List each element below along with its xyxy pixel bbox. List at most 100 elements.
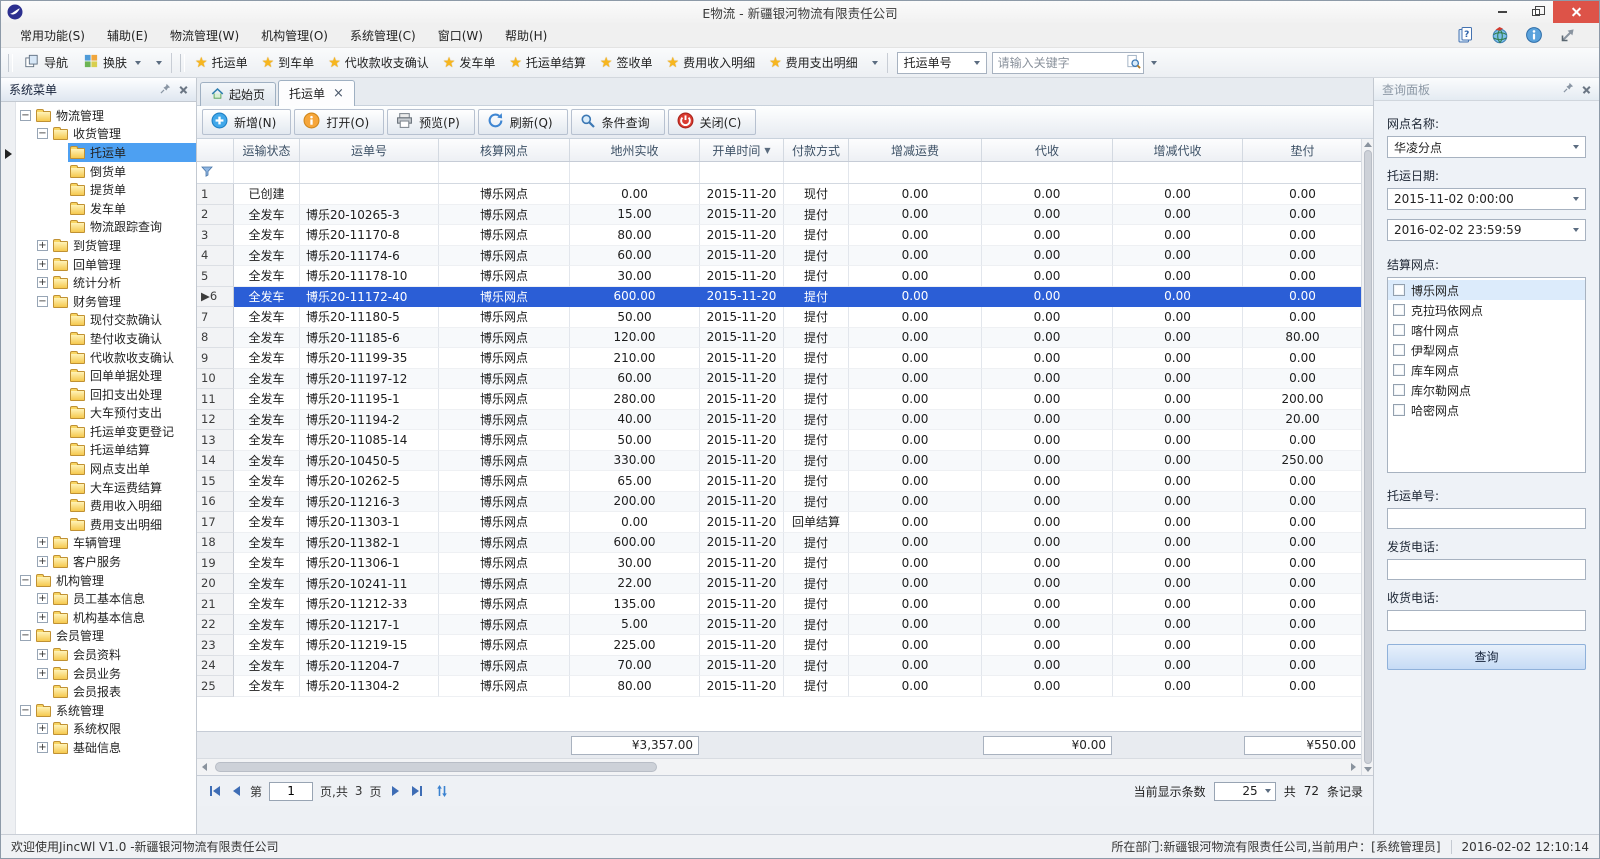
table-row-4[interactable]: 4全发车博乐20-11174-6博乐网点60.002015-11-20提付0.0… — [197, 246, 1361, 267]
search-field-select[interactable]: 托运单号 — [897, 52, 987, 74]
menu-item-4[interactable]: 系统管理(C) — [339, 23, 427, 48]
settle-node-option-4[interactable]: 库车网点 — [1388, 360, 1585, 380]
sidebar-item-2[interactable]: 托运单 — [16, 143, 196, 162]
sidebar-item-30[interactable]: +会员业务 — [16, 664, 196, 683]
settle-node-option-5[interactable]: 库尔勒网点 — [1388, 380, 1585, 400]
tab-0[interactable]: 起始页 — [200, 82, 276, 106]
toolbar-grip[interactable] — [8, 54, 13, 72]
sidebar-item-23[interactable]: +车辆管理 — [16, 534, 196, 553]
table-row-16[interactable]: 16全发车博乐20-11216-3博乐网点200.002015-11-20提付0… — [197, 492, 1361, 513]
column-header-3[interactable]: 地州实收 — [570, 139, 700, 161]
expand-icon[interactable]: + — [37, 277, 48, 288]
sidebar-item-5[interactable]: 发车单 — [16, 199, 196, 218]
search-button[interactable]: 条件查询 — [571, 109, 665, 135]
sidebar-item-19[interactable]: 网点支出单 — [16, 459, 196, 478]
sidebar-item-4[interactable]: 提货单 — [16, 180, 196, 199]
table-row-14[interactable]: 14全发车博乐20-10450-5博乐网点330.002015-11-20提付0… — [197, 451, 1361, 472]
horizontal-scrollbar[interactable] — [197, 758, 1361, 775]
table-row-24[interactable]: 24全发车博乐20-11204-7博乐网点70.002015-11-20提付0.… — [197, 656, 1361, 677]
sidebar-item-32[interactable]: −系统管理 — [16, 701, 196, 720]
scrollbar-thumb[interactable] — [1364, 150, 1372, 764]
close-icon[interactable] — [1582, 85, 1591, 94]
navigation-button[interactable]: 导航 — [16, 50, 76, 75]
table-row-21[interactable]: 21全发车博乐20-11212-33博乐网点135.002015-11-20提付… — [197, 594, 1361, 615]
date-to-select[interactable]: 2016-02-02 23:59:59 — [1387, 219, 1586, 241]
checkbox-icon[interactable] — [1393, 284, 1405, 296]
table-row-20[interactable]: 20全发车博乐20-10241-11博乐网点22.002015-11-20提付0… — [197, 574, 1361, 595]
sidebar-item-8[interactable]: +回单管理 — [16, 255, 196, 274]
last-page-button[interactable] — [409, 783, 425, 799]
search-icon[interactable] — [1126, 54, 1141, 72]
favorite-item-2[interactable]: ★代收款收支确认 — [321, 51, 436, 74]
checkbox-icon[interactable] — [1393, 324, 1405, 336]
column-header-4[interactable]: 开单时间▼ — [700, 139, 784, 161]
menu-item-2[interactable]: 物流管理(W) — [159, 23, 250, 48]
table-row-9[interactable]: 9全发车博乐20-11199-35博乐网点210.002015-11-20提付0… — [197, 348, 1361, 369]
sidebar-item-14[interactable]: 回单单据处理 — [16, 366, 196, 385]
close-tab-icon[interactable]: × — [333, 87, 344, 100]
add-button[interactable]: 新增(N) — [202, 109, 291, 135]
keyword-search-input[interactable] — [993, 56, 1126, 70]
menu-item-3[interactable]: 机构管理(O) — [250, 23, 339, 48]
favorite-item-6[interactable]: ★费用收入明细 — [660, 51, 763, 74]
checkbox-icon[interactable] — [1393, 404, 1405, 416]
expand-icon[interactable]: + — [37, 537, 48, 548]
table-row-3[interactable]: 3全发车博乐20-11170-8博乐网点80.002015-11-20提付0.0… — [197, 225, 1361, 246]
column-header-8[interactable]: 增减代收 — [1113, 139, 1243, 161]
next-page-button[interactable] — [389, 783, 402, 799]
menu-item-0[interactable]: 常用功能(S) — [9, 23, 96, 48]
settle-node-option-6[interactable]: 哈密网点 — [1388, 400, 1585, 420]
table-row-19[interactable]: 19全发车博乐20-11306-1博乐网点30.002015-11-20提付0.… — [197, 553, 1361, 574]
checkbox-icon[interactable] — [1393, 304, 1405, 316]
sidebar-item-13[interactable]: 代收款收支确认 — [16, 348, 196, 367]
sidebar-item-9[interactable]: +统计分析 — [16, 273, 196, 292]
filter-cell-3[interactable] — [570, 162, 700, 183]
exit-icon[interactable] — [1559, 26, 1577, 44]
node-name-select[interactable]: 华凌分点 — [1387, 136, 1586, 158]
sidebar-item-27[interactable]: +机构基本信息 — [16, 608, 196, 627]
sidebar-item-24[interactable]: +客户服务 — [16, 552, 196, 571]
column-header-9[interactable]: 垫付 — [1243, 139, 1363, 161]
filter-cell-8[interactable] — [1113, 162, 1243, 183]
sidebar-item-0[interactable]: −物流管理 — [16, 106, 196, 125]
expand-icon[interactable]: + — [37, 723, 48, 734]
close-window-button[interactable] — [1553, 1, 1599, 23]
menu-item-6[interactable]: 帮助(H) — [494, 23, 558, 48]
page-size-select[interactable]: 25 — [1214, 782, 1276, 801]
sidebar-item-34[interactable]: +基础信息 — [16, 738, 196, 757]
checkbox-icon[interactable] — [1393, 384, 1405, 396]
expand-icon[interactable]: − — [20, 705, 31, 716]
column-header-6[interactable]: 增减运费 — [849, 139, 982, 161]
toolbar-grip[interactable] — [180, 54, 185, 72]
menu-item-5[interactable]: 窗口(W) — [427, 23, 494, 48]
sidebar-item-22[interactable]: 费用支出明细 — [16, 515, 196, 534]
sidebar-item-1[interactable]: −收货管理 — [16, 125, 196, 144]
column-header-7[interactable]: 代收 — [982, 139, 1113, 161]
table-row-6[interactable]: ▶6全发车博乐20-11172-40博乐网点600.002015-11-20提付… — [197, 287, 1361, 308]
preview-button[interactable]: 预览(P) — [387, 109, 475, 135]
expand-icon[interactable]: + — [37, 593, 48, 604]
sidebar-item-6[interactable]: 物流跟踪查询 — [16, 218, 196, 237]
expand-icon[interactable]: − — [20, 575, 31, 586]
filter-cell-7[interactable] — [982, 162, 1113, 183]
table-row-22[interactable]: 22全发车博乐20-11217-1博乐网点5.002015-11-20提付0.0… — [197, 615, 1361, 636]
waybill-no-input[interactable] — [1387, 508, 1586, 529]
scroll-left-icon[interactable] — [202, 763, 207, 771]
settle-node-option-1[interactable]: 克拉玛依网点 — [1388, 300, 1585, 320]
filter-cell-5[interactable] — [784, 162, 849, 183]
expand-icon[interactable]: + — [37, 240, 48, 251]
pin-icon[interactable] — [1563, 82, 1574, 96]
settle-node-option-3[interactable]: 伊犁网点 — [1388, 340, 1585, 360]
restore-button[interactable] — [1519, 1, 1553, 23]
expand-icon[interactable]: − — [37, 128, 48, 139]
close-button[interactable]: 关闭(C) — [668, 109, 757, 135]
date-from-select[interactable]: 2015-11-02 0:00:00 — [1387, 188, 1586, 210]
favorites-overflow-button[interactable] — [865, 58, 882, 68]
filter-cell-1[interactable] — [300, 162, 439, 183]
table-row-8[interactable]: 8全发车博乐20-11185-6博乐网点120.002015-11-20提付0.… — [197, 328, 1361, 349]
table-row-13[interactable]: 13全发车博乐20-11085-14博乐网点50.002015-11-20提付0… — [197, 430, 1361, 451]
table-row-18[interactable]: 18全发车博乐20-11382-1博乐网点600.002015-11-20提付0… — [197, 533, 1361, 554]
sidebar-item-33[interactable]: +系统权限 — [16, 720, 196, 739]
first-page-button[interactable] — [207, 783, 223, 799]
column-header-5[interactable]: 付款方式 — [784, 139, 849, 161]
